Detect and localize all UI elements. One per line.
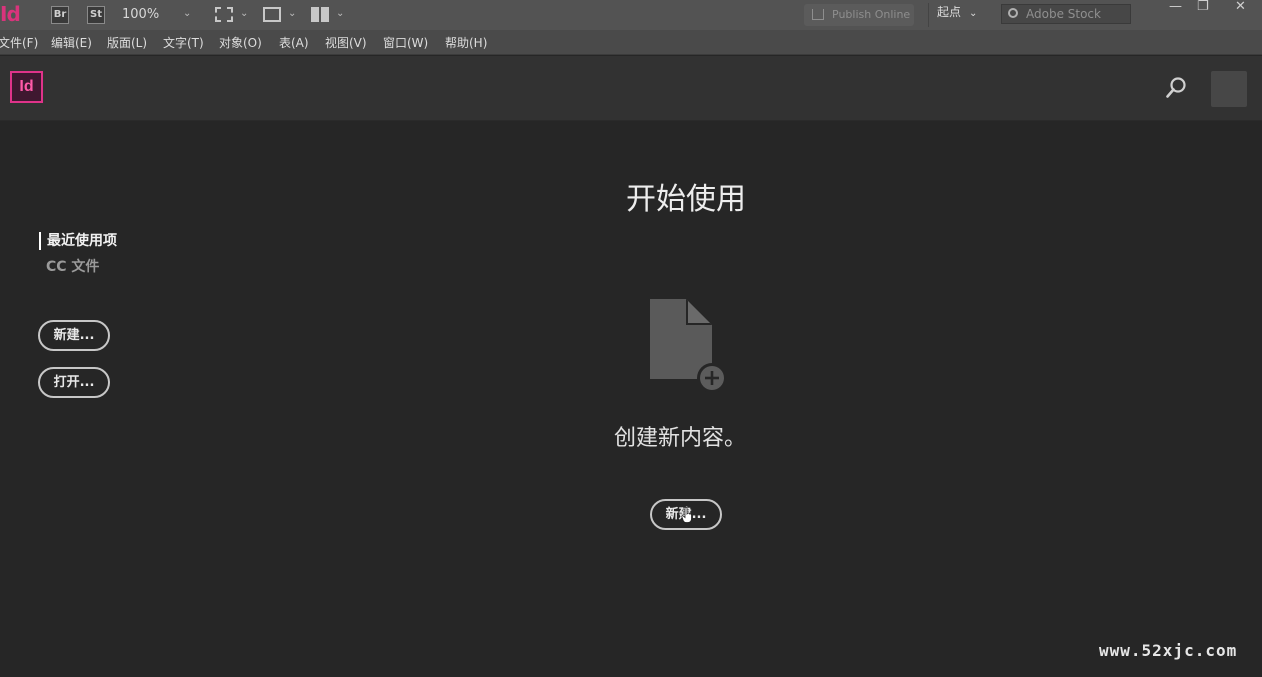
avatar[interactable]: [1211, 71, 1247, 107]
upload-icon: [812, 9, 824, 20]
publish-online-button[interactable]: Publish Online: [804, 4, 914, 26]
search-icon[interactable]: [1166, 77, 1186, 99]
stock-search-placeholder: Adobe Stock: [1026, 7, 1101, 21]
menu-layout[interactable]: 版面(L): [107, 34, 147, 51]
menu-file[interactable]: 文件(F): [0, 34, 38, 51]
sidebar-new-button[interactable]: 新建...: [38, 320, 110, 351]
workspace-label: 起点: [937, 5, 962, 19]
screen-mode-icon[interactable]: [263, 7, 281, 22]
home-header: Id: [0, 56, 1262, 121]
menu-edit[interactable]: 编辑(E): [51, 34, 92, 51]
bridge-button[interactable]: Br: [51, 6, 69, 24]
view-options-icon[interactable]: [215, 7, 233, 22]
zoom-level[interactable]: 100%: [122, 7, 159, 22]
indesign-logo: Id: [10, 71, 43, 103]
screen-mode-chevron-down-icon[interactable]: ⌄: [288, 8, 296, 19]
menu-type[interactable]: 文字(T): [163, 34, 204, 51]
menu-help[interactable]: 帮助(H): [445, 34, 487, 51]
application-bar: Id Br St 100% ⌄ ⌄ ⌄ ⌄ Publish Online 起点 ⌄…: [0, 0, 1262, 30]
zoom-chevron-down-icon[interactable]: ⌄: [183, 8, 191, 19]
publish-online-label: Publish Online: [832, 8, 911, 21]
close-icon[interactable]: ✕: [1235, 0, 1246, 14]
view-options-chevron-down-icon[interactable]: ⌄: [240, 8, 248, 19]
nav-cc-files[interactable]: CC 文件: [46, 258, 99, 276]
new-document-icon: [650, 299, 727, 392]
menu-object[interactable]: 对象(O): [219, 34, 262, 51]
menu-view[interactable]: 视图(V): [325, 34, 367, 51]
create-content-text: 创建新内容。: [613, 426, 746, 451]
arrange-chevron-down-icon[interactable]: ⌄: [336, 8, 344, 19]
adobe-stock-search[interactable]: Adobe Stock: [1001, 4, 1131, 24]
restore-icon[interactable]: ❐: [1197, 0, 1209, 14]
minimize-icon[interactable]: —: [1169, 0, 1182, 14]
search-icon: [1008, 8, 1018, 18]
sidebar-open-button[interactable]: 打开...: [38, 367, 110, 398]
stock-button[interactable]: St: [87, 6, 105, 24]
menu-table[interactable]: 表(A): [279, 34, 309, 51]
watermark: www.52xjc.com: [1099, 641, 1238, 660]
chevron-down-icon: ⌄: [969, 8, 978, 19]
indesign-app-mark: Id: [0, 2, 21, 26]
menu-window[interactable]: 窗口(W): [383, 34, 428, 51]
hand-cursor-icon: [681, 507, 692, 523]
arrange-documents-icon[interactable]: [311, 7, 329, 22]
menu-bar: 文件(F) 编辑(E) 版面(L) 文字(T) 对象(O) 表(A) 视图(V)…: [0, 30, 1262, 55]
page-title: 开始使用: [626, 182, 746, 217]
nav-recent[interactable]: 最近使用项: [39, 232, 117, 250]
workspace-switcher[interactable]: 起点 ⌄: [928, 3, 977, 27]
